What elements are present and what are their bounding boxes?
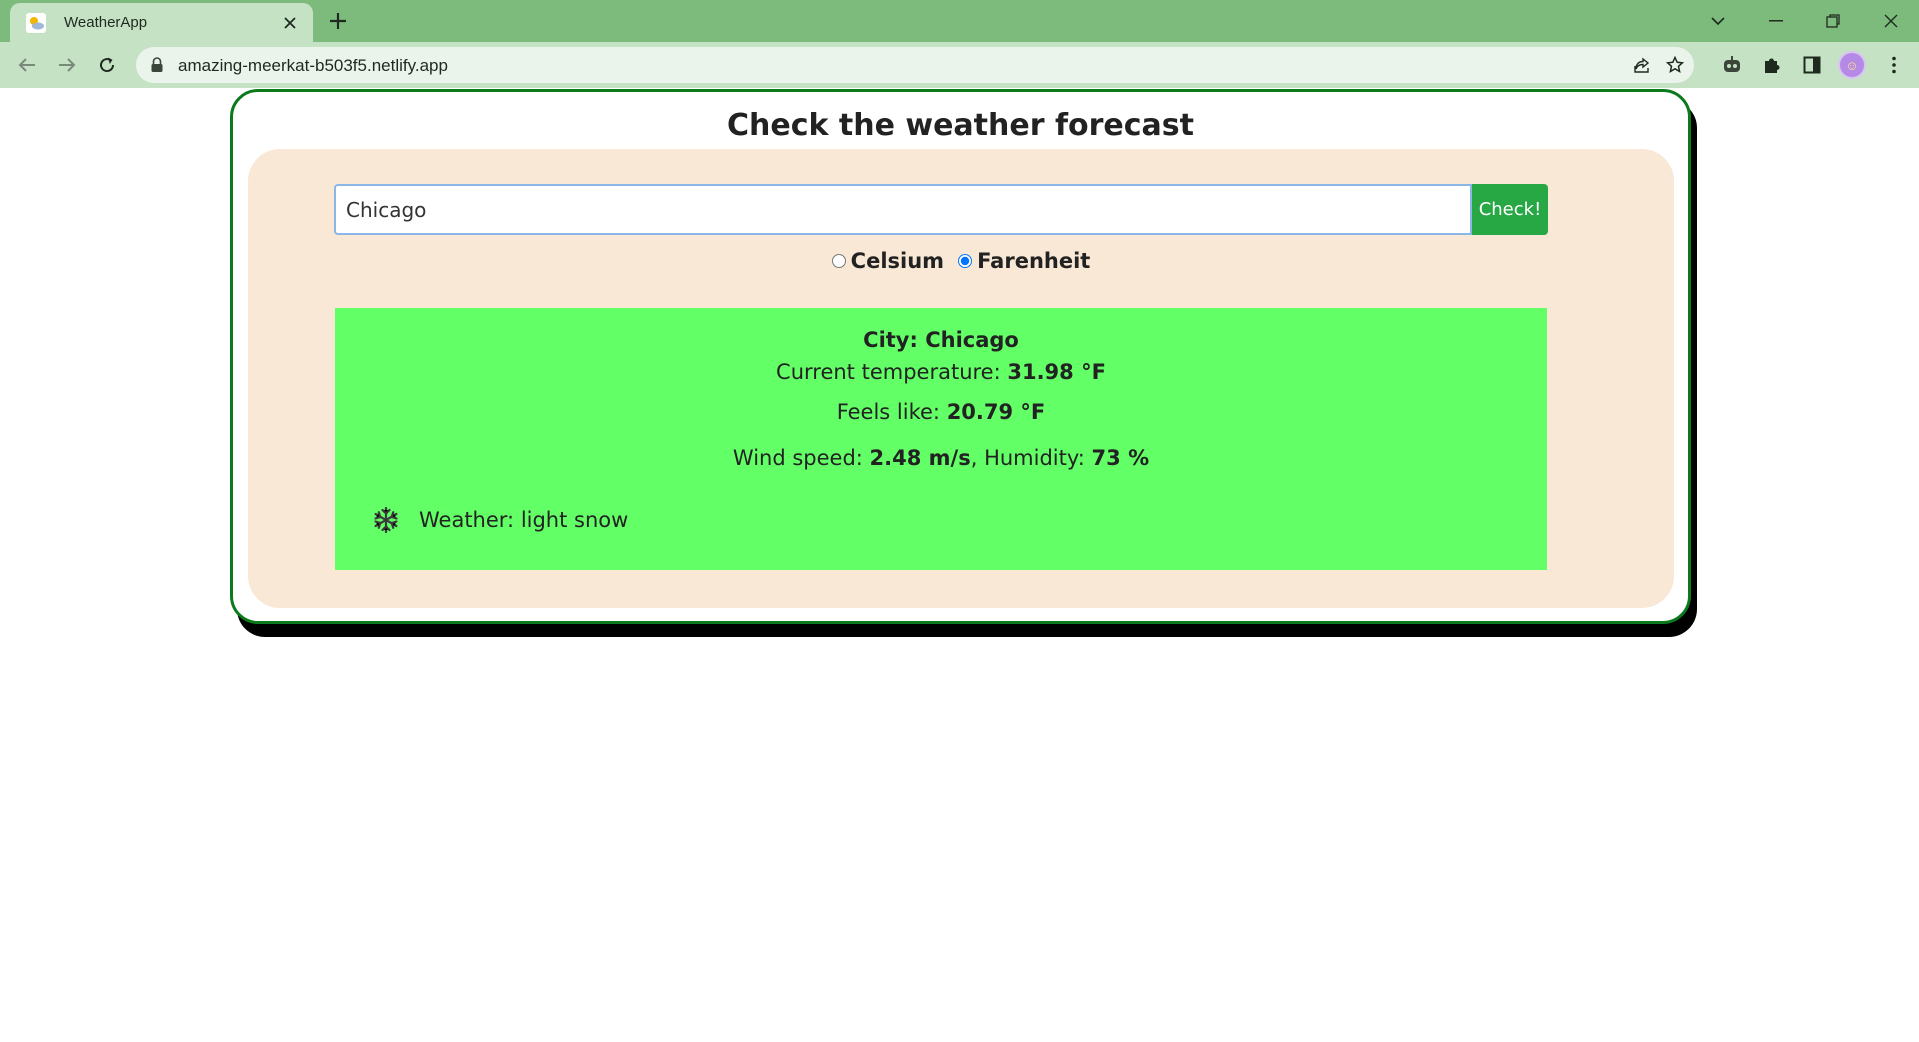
weather-label: Weather: — [419, 508, 521, 532]
tab-weatherapp[interactable]: WeatherApp — [10, 3, 313, 42]
browser-chrome: WeatherApp amazing-meerkat-b503f5.netlif… — [0, 0, 1919, 88]
reload-icon[interactable] — [92, 50, 122, 80]
extensions-puzzle-icon[interactable] — [1758, 51, 1786, 79]
lock-icon[interactable] — [150, 57, 166, 73]
celsius-label: Celsium — [850, 249, 945, 273]
tab-bar: WeatherApp — [0, 0, 1919, 42]
city-line: City: Chicago — [335, 328, 1547, 352]
tab-title: WeatherApp — [64, 14, 148, 31]
fahrenheit-radio[interactable] — [958, 254, 973, 268]
feels-like-value: 20.79 °F — [946, 400, 1046, 424]
city-name: Chicago — [925, 328, 1019, 352]
robot-icon[interactable] — [1718, 51, 1746, 79]
wind-humidity-line: Wind speed: 2.48 m/s, Humidity: 73 % — [335, 446, 1547, 470]
humidity-label: , Humidity: — [970, 446, 1092, 470]
celsius-radio[interactable] — [831, 254, 846, 268]
fahrenheit-option[interactable]: Farenheit — [958, 249, 1090, 273]
side-panel-icon[interactable] — [1798, 51, 1826, 79]
tab-close-icon[interactable] — [279, 12, 301, 34]
address-bar[interactable]: amazing-meerkat-b503f5.netlify.app — [136, 47, 1694, 83]
forward-arrow-right-icon[interactable] — [52, 50, 82, 80]
url-text[interactable]: amazing-meerkat-b503f5.netlify.app — [178, 56, 448, 76]
celsius-option[interactable]: Celsium — [831, 249, 945, 273]
page-title: Check the weather forecast — [726, 108, 1194, 143]
restore-icon[interactable] — [1818, 6, 1848, 36]
wind-label: Wind speed: — [732, 446, 870, 470]
weather-condition: Weather: light snow — [371, 505, 628, 535]
temperature-label: Current temperature: — [776, 360, 1008, 384]
browser-toolbar: amazing-meerkat-b503f5.netlify.app ☺ — [0, 42, 1919, 88]
temperature-line: Current temperature: 31.98 °F — [335, 360, 1547, 384]
bookmark-star-icon[interactable] — [1664, 54, 1686, 76]
new-tab-plus-icon[interactable] — [325, 8, 351, 34]
tab-search-chevron-down-icon[interactable] — [1703, 6, 1733, 36]
weather-description: Weather: light snow — [419, 508, 628, 532]
check-button[interactable]: Check! — [1472, 184, 1548, 235]
weather-result: City: Chicago Current temperature: 31.98… — [335, 308, 1547, 570]
temperature-value: 31.98 °F — [1007, 360, 1106, 384]
weather-favicon-icon — [26, 13, 46, 33]
window-close-icon[interactable] — [1876, 6, 1906, 36]
profile-avatar[interactable]: ☺ — [1838, 51, 1866, 79]
city-search-input[interactable] — [334, 184, 1472, 235]
back-arrow-left-icon[interactable] — [12, 50, 42, 80]
wind-value: 2.48 m/s — [869, 446, 971, 470]
kebab-menu-icon[interactable] — [1880, 51, 1908, 79]
snowflake-icon — [371, 505, 401, 535]
weather-card: Check the weather forecast Check! Celsiu… — [230, 89, 1691, 624]
search-panel: Check! Celsium Farenheit City: Chicago C… — [248, 149, 1674, 608]
share-icon[interactable] — [1631, 54, 1653, 76]
humidity-value: 73 % — [1091, 446, 1150, 470]
fahrenheit-label: Farenheit — [977, 249, 1091, 273]
weather-value: light snow — [520, 508, 629, 532]
feels-like-line: Feels like: 20.79 °F — [335, 400, 1547, 424]
feels-like-label: Feels like: — [836, 400, 947, 424]
minimize-icon[interactable] — [1761, 6, 1791, 36]
city-prefix: City: — [863, 328, 926, 352]
unit-selector: Celsium Farenheit — [248, 249, 1674, 273]
